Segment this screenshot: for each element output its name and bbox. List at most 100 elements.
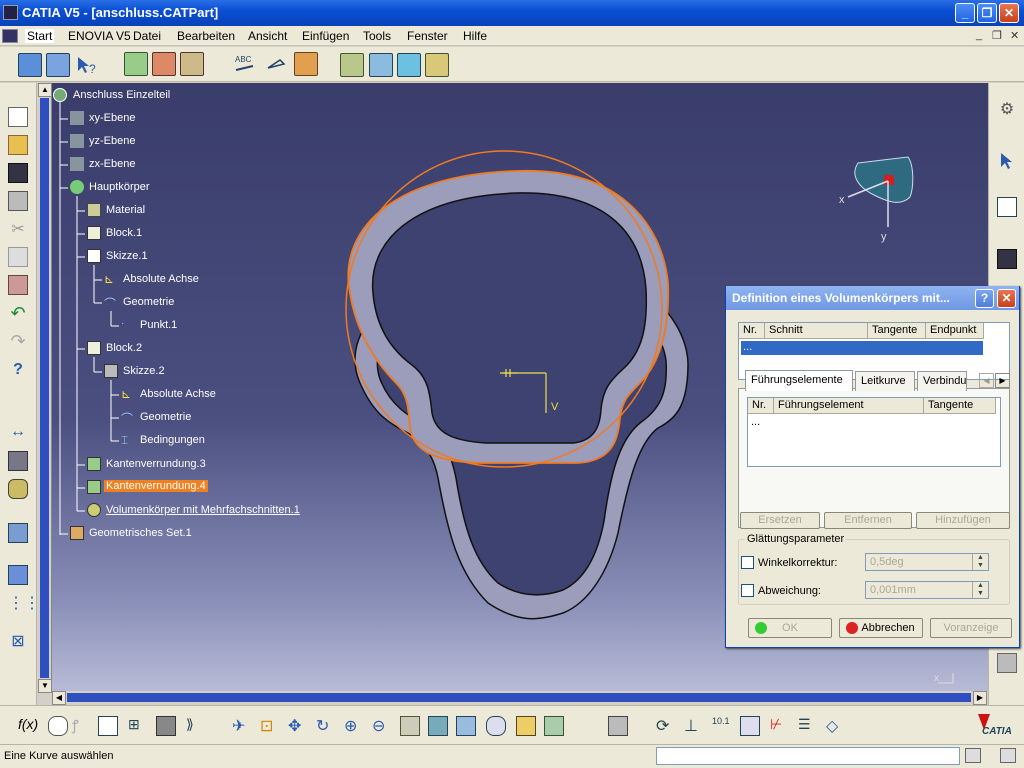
isometric-view-icon[interactable] — [456, 716, 476, 736]
dimensions-icon[interactable]: 10.1 — [712, 716, 732, 736]
parameter-icon[interactable]: ⟫ — [186, 716, 206, 736]
tree-node-sketch2[interactable]: Skizze.2 — [123, 365, 165, 377]
copy-icon[interactable] — [8, 247, 28, 267]
doc-minimize-button[interactable]: _ — [976, 29, 982, 41]
vertical-scrollbar[interactable]: ▲ ▼ — [38, 83, 52, 693]
dialog-help-button[interactable]: ? — [975, 289, 994, 308]
part-design-icon[interactable] — [997, 249, 1017, 269]
whats-this-icon[interactable]: ? — [74, 53, 98, 77]
column-header[interactable]: Endpunkt — [926, 323, 984, 339]
cancel-button[interactable]: Abbrechen — [839, 618, 923, 638]
scroll-thumb[interactable] — [40, 98, 49, 678]
measure-icon[interactable]: ↔ — [8, 423, 28, 443]
pattern-icon[interactable] — [8, 565, 28, 585]
ok-button[interactable]: OK — [748, 618, 832, 638]
tree-node-fillet4[interactable]: Kantenverrundung.4 — [104, 480, 208, 492]
update-icon[interactable]: ⟳ — [656, 716, 676, 736]
tree-node-abs-axis1[interactable]: Absolute Achse — [123, 273, 199, 285]
scroll-up-icon[interactable]: ▲ — [38, 83, 52, 97]
redo-icon[interactable]: ↷ — [8, 331, 28, 351]
menu-tools[interactable]: Tools — [363, 29, 391, 43]
zoom-in-icon[interactable]: ⊕ — [344, 716, 364, 736]
tree-structure-icon[interactable]: ⊞ — [128, 716, 148, 736]
hide-show-icon[interactable] — [516, 716, 536, 736]
tab-guides[interactable]: Führungselemente — [745, 370, 853, 391]
normal-view-icon[interactable] — [400, 716, 420, 736]
remove-button[interactable]: Entfernen — [824, 512, 912, 529]
spin-arrows-icon[interactable]: ▲ ▼ — [972, 554, 988, 570]
save-icon[interactable] — [8, 163, 28, 183]
weight-icon[interactable] — [8, 479, 28, 499]
eraser-icon[interactable] — [397, 53, 421, 77]
tree-node-geometry1[interactable]: Geometrie — [123, 296, 174, 308]
shading-icon[interactable] — [486, 716, 506, 736]
part-body-icon[interactable] — [340, 53, 364, 77]
spell-check-icon[interactable]: ABC — [233, 52, 257, 76]
angle-correction-field[interactable]: 0,5deg ▲ ▼ — [865, 553, 989, 571]
pad-icon[interactable] — [124, 52, 148, 76]
open-folder-icon[interactable] — [8, 135, 28, 155]
menu-bearbeiten[interactable]: Bearbeiten — [177, 29, 235, 43]
close-button[interactable]: ✕ — [999, 3, 1019, 23]
menu-ansicht[interactable]: Ansicht — [248, 29, 287, 43]
horizontal-scrollbar[interactable]: ◀ ▶ — [52, 691, 988, 705]
comment-icon[interactable] — [48, 716, 68, 736]
tree-node-zx-plane[interactable]: zx-Ebene — [89, 158, 135, 170]
axis-system-icon[interactable]: ⊥ — [684, 716, 704, 736]
table-row[interactable]: ... — [751, 416, 760, 428]
zoom-out-icon[interactable]: ⊖ — [372, 716, 392, 736]
multi-select-icon[interactable] — [46, 53, 70, 77]
formula-icon[interactable]: f(x) — [18, 716, 38, 736]
tab-scroll-right-icon[interactable]: ▶ — [995, 373, 1010, 388]
start-icon[interactable] — [2, 29, 18, 43]
cylinder-icon[interactable] — [740, 716, 760, 736]
pocket-icon[interactable] — [152, 52, 176, 76]
rotate-icon[interactable]: ↻ — [316, 716, 336, 736]
gear-icon[interactable]: ⚙ — [997, 99, 1017, 119]
scale-icon[interactable]: ⊠ — [8, 631, 28, 651]
compass-toggle-icon[interactable] — [997, 653, 1017, 673]
menu-einfuegen[interactable]: Einfügen — [302, 29, 349, 43]
dialog-close-button[interactable]: ✕ — [997, 289, 1016, 308]
spin-arrows-icon[interactable]: ▲ ▼ — [972, 582, 988, 598]
column-header[interactable]: Nr. — [748, 398, 774, 414]
pan-icon[interactable]: ✥ — [288, 716, 308, 736]
grid-pattern-icon[interactable]: ⋮⋮ — [8, 593, 40, 613]
tree-node-constraints[interactable]: Bedingungen — [140, 434, 205, 446]
scroll-right-icon[interactable]: ▶ — [973, 691, 987, 705]
tab-coupling[interactable]: Verbindu — [917, 371, 967, 391]
shaft-icon[interactable] — [180, 52, 204, 76]
status-icon-2[interactable] — [1000, 748, 1016, 763]
scroll-down-icon[interactable]: ▼ — [38, 679, 52, 693]
doc-close-button[interactable]: ✕ — [1010, 29, 1019, 42]
tree-node-abs-axis2[interactable]: Absolute Achse — [140, 388, 216, 400]
preview-button[interactable]: Voranzeige — [930, 618, 1012, 638]
menu-enovia[interactable]: ENOVIA V5 — [68, 29, 131, 43]
tree-node-main-body[interactable]: Hauptkörper — [89, 181, 150, 193]
constraint-red-icon[interactable]: ⊬ — [770, 716, 790, 736]
status-icon-1[interactable] — [965, 748, 981, 763]
column-header[interactable]: Führungselement — [774, 398, 924, 414]
catia-app-icon[interactable] — [3, 5, 18, 20]
eraser-tool-icon[interactable]: ◇ — [826, 716, 846, 736]
apply-material-icon[interactable] — [294, 52, 318, 76]
swap-visible-space-icon[interactable] — [544, 716, 564, 736]
doc-restore-button[interactable]: ❐ — [992, 29, 1002, 42]
tree-node-multi-section-solid[interactable]: Volumenkörper mit Mehrfachschnitten.1 — [106, 504, 300, 516]
scroll-thumb[interactable] — [67, 693, 971, 702]
new-document-icon[interactable] — [8, 107, 28, 127]
table-row[interactable]: ... — [741, 341, 983, 355]
fit-all-icon[interactable]: ⊡ — [260, 716, 280, 736]
tree-node-fillet3[interactable]: Kantenverrundung.3 — [106, 458, 206, 470]
tab-scroll-left-icon[interactable]: ◀ — [979, 373, 994, 388]
knowledge-icon[interactable]: ꝭ — [72, 716, 92, 736]
menu-datei[interactable]: Datei — [133, 29, 161, 43]
lock-icon[interactable] — [156, 716, 176, 736]
tree-node-material[interactable]: Material — [106, 204, 145, 216]
printer-icon[interactable] — [608, 716, 628, 736]
tab-spine[interactable]: Leitkurve — [855, 371, 915, 391]
tree-node-block2[interactable]: Block.2 — [106, 342, 142, 354]
tree-node-geometry2[interactable]: Geometrie — [140, 411, 191, 423]
part-icon[interactable] — [53, 88, 67, 102]
sketch-icon[interactable] — [18, 53, 42, 77]
